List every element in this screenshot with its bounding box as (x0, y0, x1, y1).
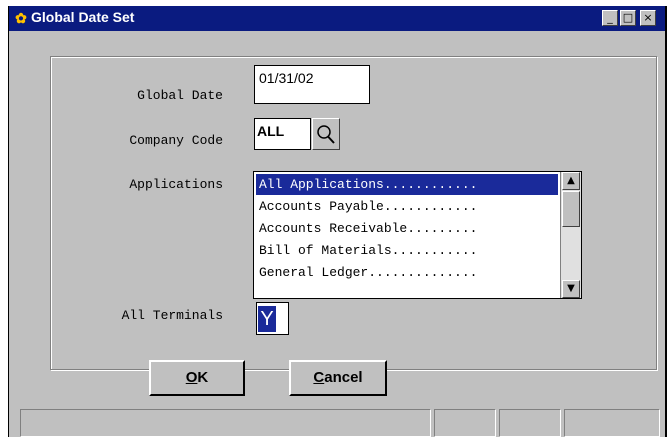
status-bar (13, 409, 661, 437)
list-item[interactable]: General Ledger.............. (256, 262, 558, 283)
close-button[interactable]: × (640, 10, 656, 26)
company-code-label: Company Code (129, 133, 223, 148)
minimize-button[interactable]: _ (602, 10, 618, 26)
all-terminals-field[interactable]: Y (256, 302, 289, 335)
status-cell (499, 409, 561, 437)
ok-mnemonic: O (185, 369, 198, 386)
global-date-value: 01/31/02 (259, 70, 314, 86)
all-terminals-label: All Terminals (121, 308, 223, 323)
global-date-set-window: ✿ Global Date Set _ □ × Global Date 01/3… (8, 6, 667, 437)
company-code-field[interactable]: ALL (254, 118, 311, 150)
list-item[interactable]: All Applications............ (256, 174, 558, 195)
scroll-down-arrow-icon[interactable]: ▼ (562, 280, 580, 298)
company-code-value: ALL (257, 123, 285, 139)
application-icon: ✿ (15, 10, 27, 26)
global-date-field[interactable]: 01/31/02 (254, 65, 370, 104)
scroll-up-arrow-icon[interactable]: ▲ (562, 172, 580, 190)
cancel-mnemonic: C (313, 369, 325, 386)
cancel-label-rest: ancel (324, 369, 363, 386)
cancel-button[interactable]: Cancel (289, 360, 387, 396)
status-cell (434, 409, 496, 437)
applications-listbox[interactable]: All Applications............ Accounts Pa… (253, 171, 582, 299)
list-item[interactable]: Accounts Receivable......... (256, 218, 558, 239)
ok-button[interactable]: OK (149, 360, 245, 396)
applications-label: Applications (129, 177, 223, 192)
status-cell (564, 409, 660, 437)
title-bar[interactable]: ✿ Global Date Set _ □ × (9, 6, 665, 31)
magnifier-icon (317, 125, 335, 144)
list-item[interactable]: Accounts Payable............ (256, 196, 558, 217)
maximize-button[interactable]: □ (620, 10, 636, 26)
ok-label-rest: K (197, 369, 209, 386)
dialog-body: Global Date 01/31/02 Company Code ALL Ap… (9, 31, 665, 437)
company-lookup-button[interactable] (312, 118, 340, 150)
global-date-label: Global Date (137, 88, 223, 103)
window-title: Global Date Set (31, 9, 135, 25)
applications-scrollbar[interactable]: ▲ ▼ (560, 172, 581, 298)
list-item[interactable]: Bill of Materials........... (256, 240, 558, 261)
all-terminals-value: Y (258, 306, 276, 332)
status-cell-main (20, 409, 431, 437)
scroll-thumb[interactable] (562, 191, 580, 227)
